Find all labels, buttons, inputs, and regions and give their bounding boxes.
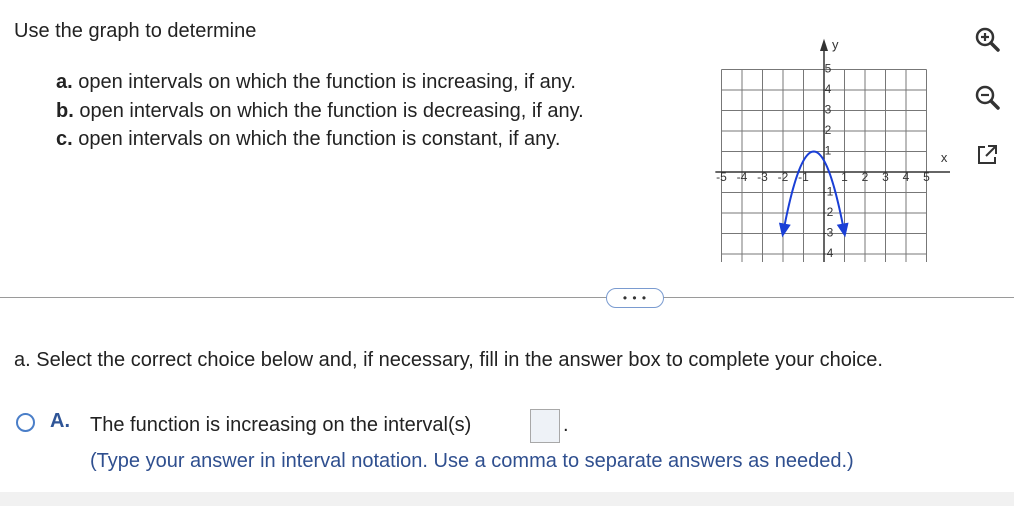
- curve-right-arrow: [836, 222, 849, 238]
- prompt-part-b: b. open intervals on which the function …: [56, 100, 584, 123]
- prompt-part-a: a. open intervals on which the function …: [56, 71, 576, 94]
- part-b-letter: b.: [56, 100, 74, 122]
- x-tick-label: 5: [923, 170, 930, 184]
- x-tick-label: -3: [757, 170, 768, 184]
- zoom-in-button[interactable]: [970, 22, 1004, 56]
- x-tick-label: 1: [841, 170, 848, 184]
- graph-tick-labels: xy-5-4-3-2-11234554321-1-2-3-4-5: [716, 37, 948, 260]
- prompt-part-c: c. open intervals on which the function …: [56, 128, 560, 151]
- zoom-out-button[interactable]: [970, 80, 1004, 114]
- option-a-letter: A.: [50, 410, 70, 432]
- question-text: a. Select the correct choice below and, …: [14, 349, 883, 371]
- curve-left-arrow: [778, 222, 791, 238]
- y-tick-label: -4: [823, 246, 834, 260]
- expand-button[interactable]: • • •: [606, 288, 664, 308]
- zoom-in-icon: [975, 27, 1000, 52]
- x-tick-label: -5: [716, 170, 727, 184]
- section-divider: [0, 297, 1014, 298]
- x-tick-label: -2: [778, 170, 789, 184]
- graph-curve: [778, 150, 849, 238]
- popout-button[interactable]: [970, 138, 1004, 172]
- x-tick-label: 4: [903, 170, 910, 184]
- x-tick-label: -4: [737, 170, 748, 184]
- zoom-out-icon: [975, 85, 1000, 110]
- y-tick-label: -1: [823, 185, 834, 199]
- x-tick-label: -1: [798, 170, 809, 184]
- part-a-text: open intervals on which the function is …: [78, 71, 576, 93]
- part-a-letter: a.: [56, 71, 73, 93]
- part-c-text: open intervals on which the function is …: [78, 128, 561, 150]
- answer-period: .: [563, 414, 569, 436]
- x-tick-label: 3: [882, 170, 889, 184]
- external-link-icon: [978, 145, 997, 164]
- x-tick-label: 2: [862, 170, 869, 184]
- y-tick-label: 1: [825, 144, 832, 158]
- part-b-text: open intervals on which the function is …: [79, 100, 584, 122]
- part-c-letter: c.: [56, 128, 73, 150]
- y-axis-arrow: [820, 38, 828, 52]
- prompt-intro: Use the graph to determine: [14, 20, 257, 42]
- x-axis-label: x: [941, 150, 948, 165]
- option-a-radio[interactable]: [16, 413, 35, 432]
- y-tick-label: -2: [823, 205, 834, 219]
- y-tick-label: 4: [825, 82, 832, 96]
- y-tick-label: 2: [825, 123, 832, 137]
- option-a-text: The function is increasing on the interv…: [90, 414, 472, 436]
- function-graph: xy-5-4-3-2-11234554321-1-2-3-4-5: [715, 37, 950, 262]
- y-tick-label: 5: [825, 62, 832, 76]
- footer-bar: [0, 492, 1014, 506]
- y-tick-label: -3: [823, 226, 834, 240]
- y-axis-label: y: [832, 37, 839, 52]
- y-tick-label: 3: [825, 103, 832, 117]
- answer-input[interactable]: [530, 409, 560, 443]
- answer-hint: (Type your answer in interval notation. …: [90, 450, 854, 472]
